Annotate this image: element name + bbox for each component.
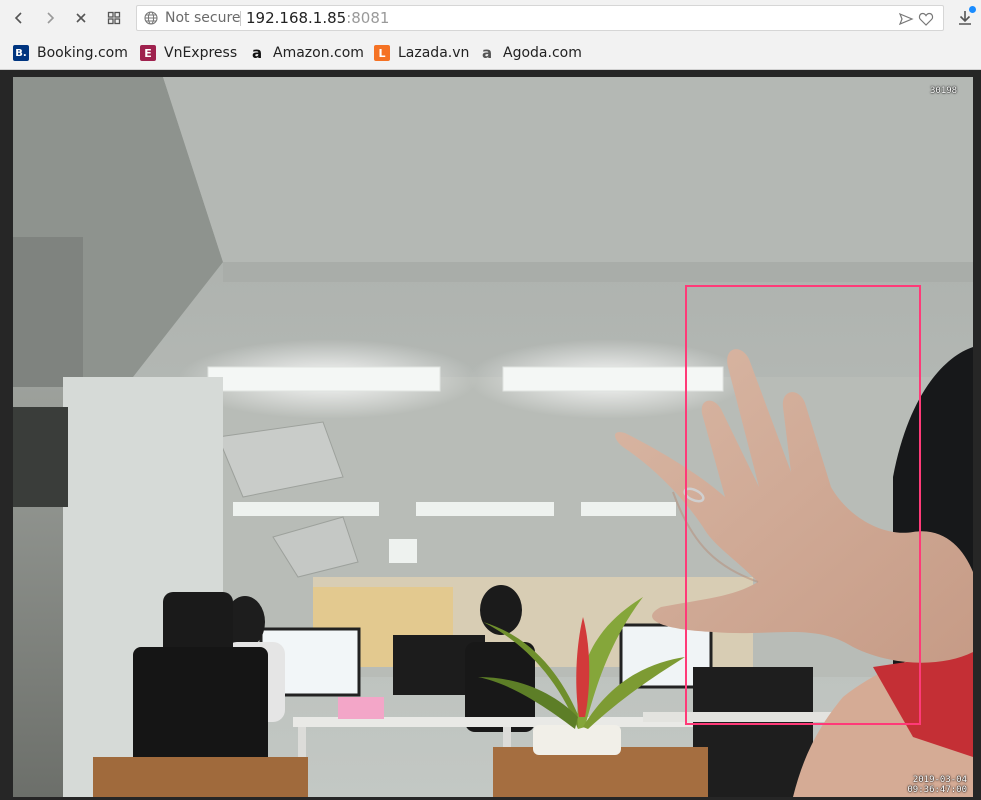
speed-dial-button[interactable] — [102, 6, 126, 30]
downloads-button[interactable] — [955, 6, 976, 28]
bookmark-label: Lazada.vn — [398, 45, 470, 61]
bookmark-lazada[interactable]: L Lazada.vn — [374, 43, 469, 63]
heart-icon[interactable] — [918, 11, 934, 27]
timestamp-time: 09:36:47:00 — [907, 785, 967, 795]
timestamp-overlay: 2019-03-04 09:36:47:00 — [901, 775, 967, 795]
bookmarks-bar: B. Booking.com E VnExpress a Amazon.com … — [0, 37, 981, 70]
bookmark-label: Agoda.com — [503, 45, 582, 61]
bookmark-label: Amazon.com — [273, 45, 364, 61]
amazon-icon: a — [251, 44, 263, 62]
back-button[interactable] — [7, 6, 31, 30]
lazada-icon: L — [374, 45, 390, 61]
close-icon — [76, 13, 86, 23]
agoda-icon: a — [481, 44, 493, 62]
frame-counter: 30198 — [930, 86, 958, 96]
security-status[interactable]: Not secure — [165, 10, 241, 26]
bookmark-agoda[interactable]: a Agoda.com — [479, 43, 582, 63]
camera-stream: 30198 2019-03-04 09:36:47:00 — [13, 77, 973, 797]
booking-icon: B. — [13, 45, 29, 61]
stop-loading-button[interactable] — [69, 6, 93, 30]
forward-arrow-icon — [47, 12, 55, 24]
browser-toolbar: Not secure 192.168.1.85:8081 — [0, 0, 981, 37]
url-port: :8081 — [346, 9, 390, 27]
page-content: 30198 2019-03-04 09:36:47:00 — [0, 70, 981, 800]
bookmark-vnexpress[interactable]: E VnExpress — [140, 43, 237, 63]
globe-icon — [144, 11, 158, 25]
bookmark-label: VnExpress — [164, 45, 238, 61]
address-divider — [240, 11, 241, 26]
url-text[interactable]: 192.168.1.85:8081 — [246, 9, 389, 27]
url-host: 192.168.1.85 — [246, 9, 347, 27]
send-page-icon[interactable] — [898, 11, 914, 27]
forward-button[interactable] — [38, 6, 62, 30]
bookmark-label: Booking.com — [37, 45, 128, 61]
bookmark-booking[interactable]: B. Booking.com — [13, 43, 128, 63]
bookmark-amazon[interactable]: a Amazon.com — [249, 43, 364, 63]
address-bar[interactable]: Not secure 192.168.1.85:8081 — [136, 5, 944, 31]
timestamp-date: 2019-03-04 — [912, 775, 967, 785]
vnexpress-icon: E — [140, 45, 156, 61]
back-arrow-icon — [14, 12, 22, 24]
notification-dot — [969, 6, 976, 13]
hand-detection-box — [685, 285, 921, 725]
grid-icon — [107, 11, 121, 25]
